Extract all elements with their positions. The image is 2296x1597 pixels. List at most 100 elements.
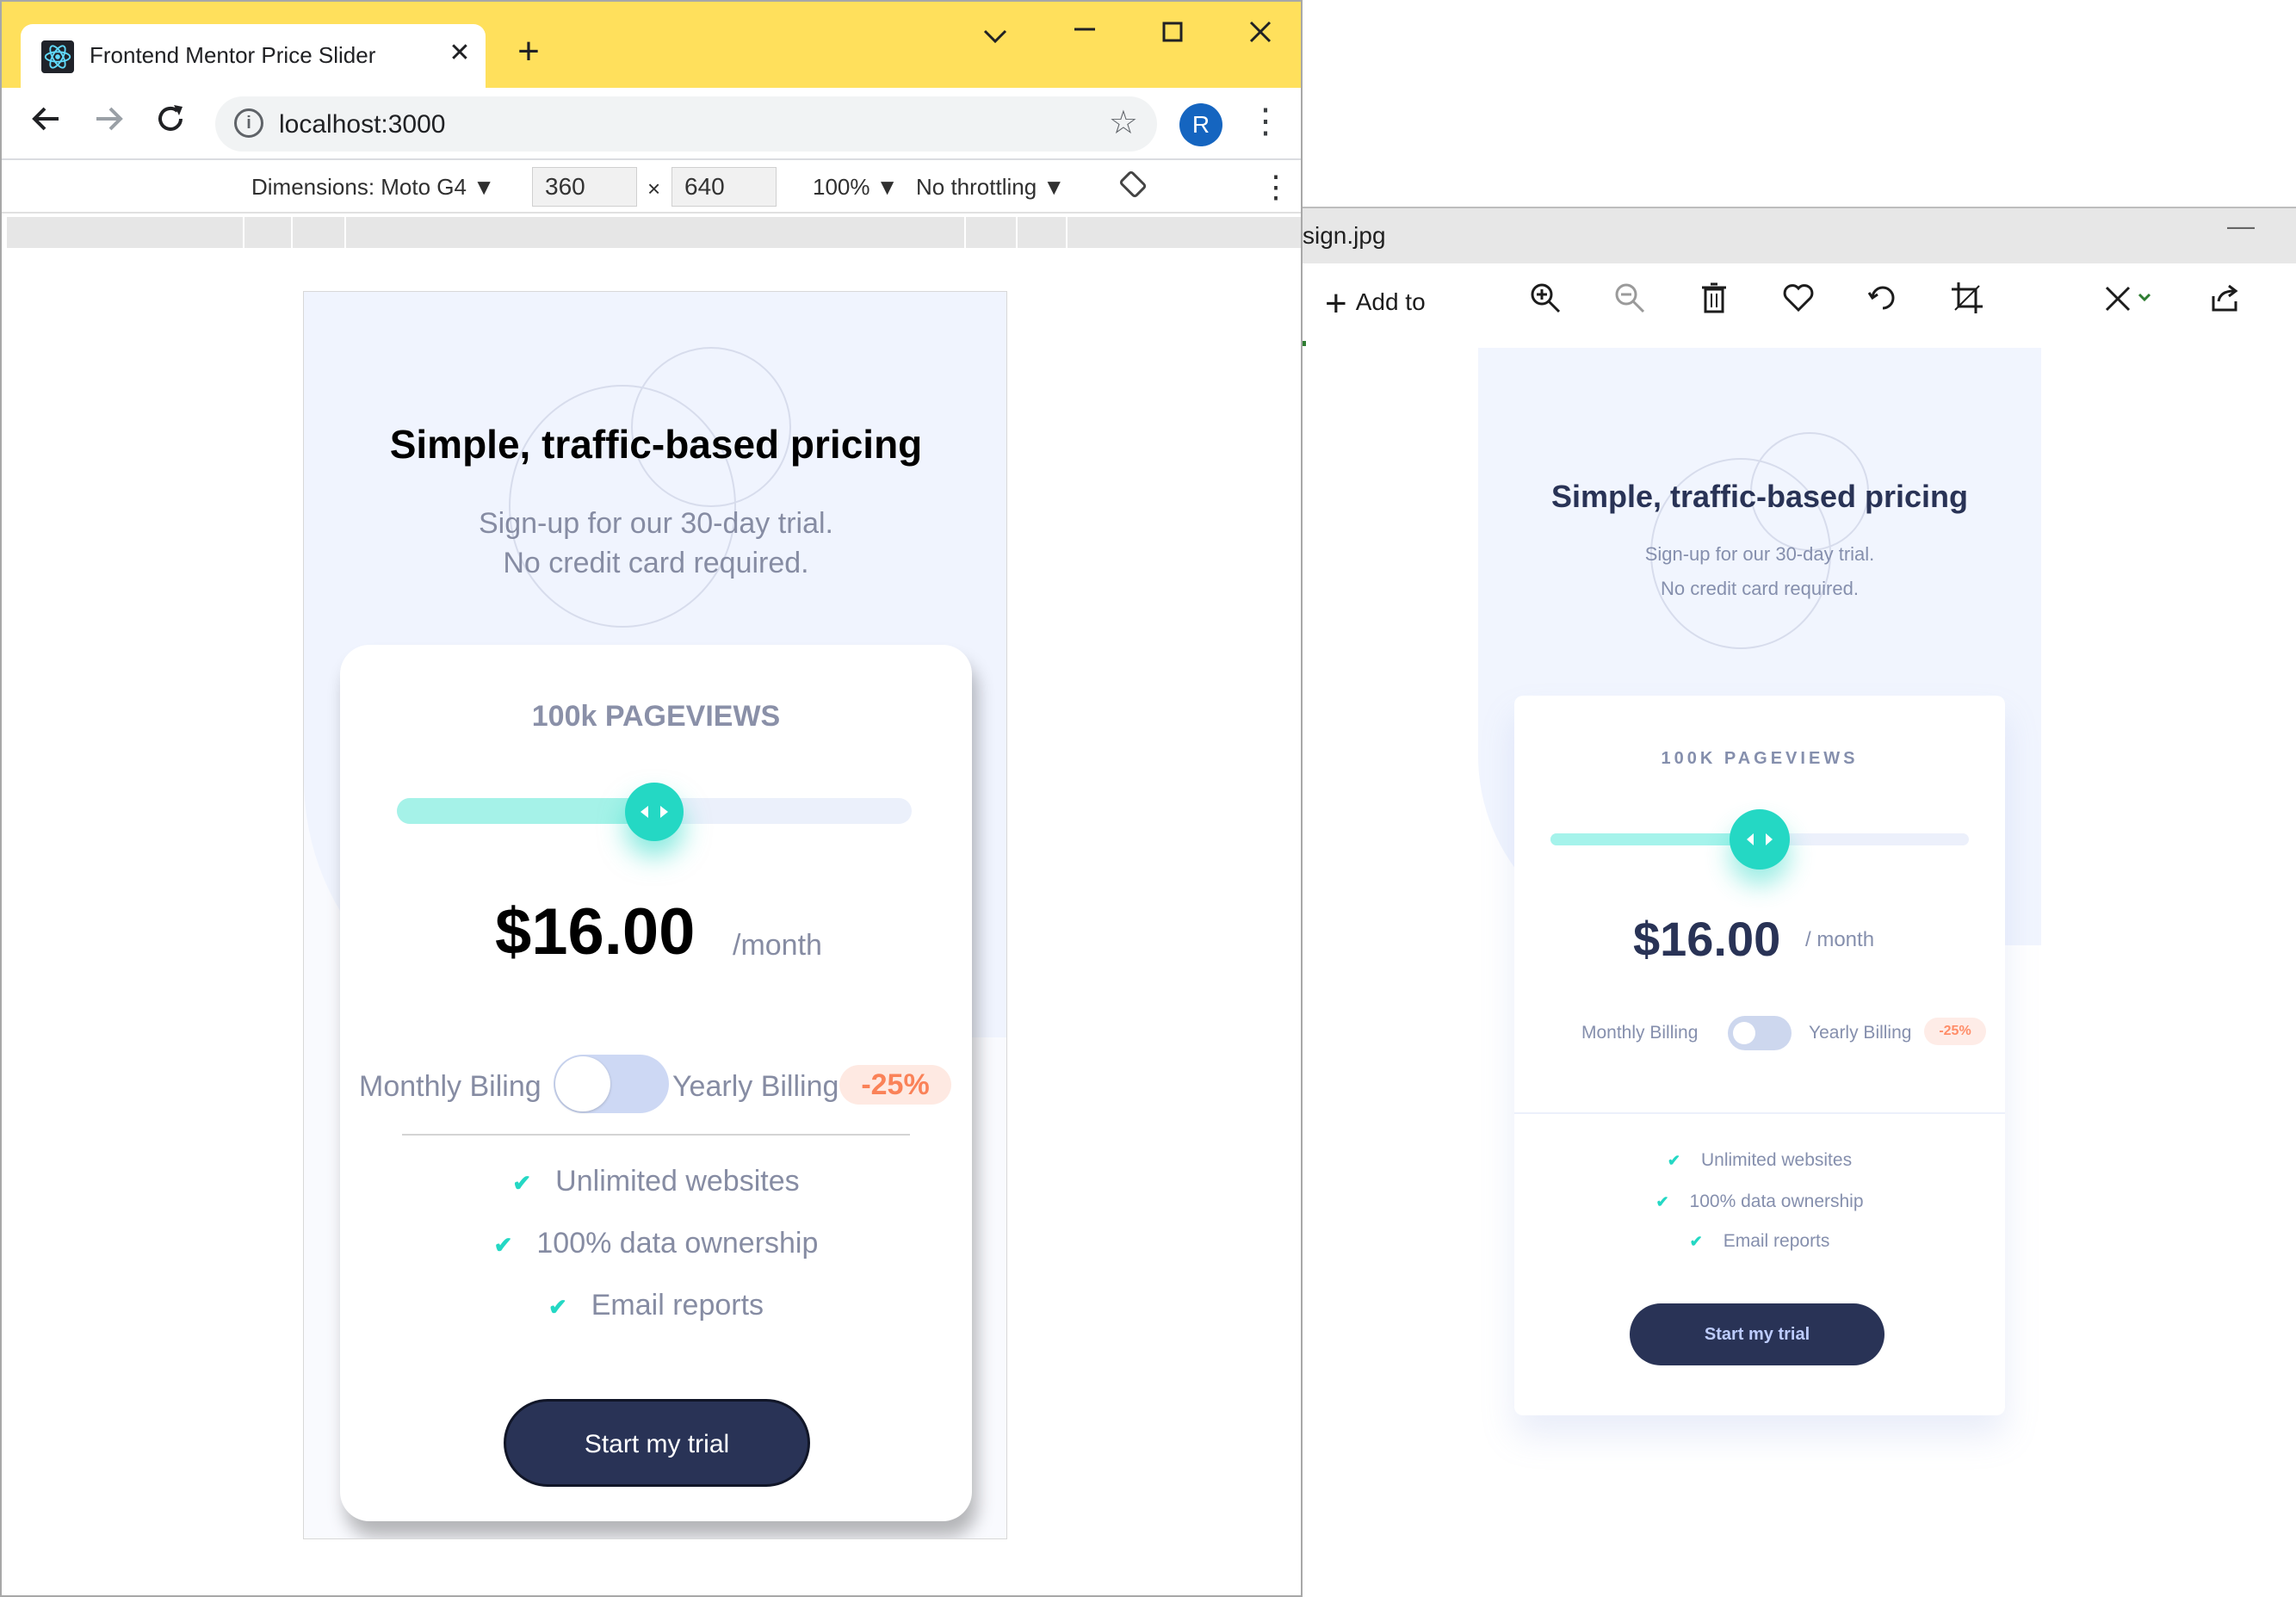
design-start-trial-button: Start my trial [1630, 1303, 1884, 1365]
subtitle-line-2: No credit card required. [1661, 578, 1859, 599]
slider-fill [397, 798, 654, 824]
price-period: /month [733, 929, 822, 962]
feature-text: Email reports [591, 1289, 764, 1322]
delete-icon[interactable] [1697, 281, 1731, 324]
card-divider [402, 1134, 910, 1136]
zoom-out-icon[interactable] [1612, 281, 1647, 324]
toggle-knob [555, 1056, 610, 1111]
tab-search-chevron-icon[interactable] [969, 14, 1021, 57]
plus-icon: + [1325, 282, 1347, 325]
check-icon: ✔ [493, 1232, 513, 1258]
design-slider-fill [1550, 833, 1760, 845]
design-period: / month [1805, 928, 1875, 951]
viewport-height-input[interactable]: 640 [671, 167, 777, 207]
design-monthly-label: Monthly Billing [1581, 1023, 1699, 1043]
start-trial-button[interactable]: Start my trial [504, 1399, 810, 1487]
favorite-heart-icon[interactable] [1781, 281, 1816, 324]
zoom-in-icon[interactable] [1528, 281, 1563, 324]
design-yearly-label: Yearly Billing [1809, 1023, 1912, 1043]
pageviews-label: 100k PAGEVIEWS [531, 700, 781, 733]
design-discount-badge: -25% [1924, 1018, 1986, 1045]
back-arrow-icon[interactable] [26, 103, 67, 145]
react-favicon-icon [41, 40, 74, 73]
design-toggle [1728, 1016, 1792, 1050]
bookmark-star-icon[interactable]: ☆ [1109, 103, 1138, 142]
feature-item: ✔ Unlimited websites [340, 1165, 972, 1198]
design-toggle-knob [1733, 1022, 1755, 1044]
design-image: Simple, traffic-based pricing Sign-up fo… [1478, 348, 2041, 1597]
feature-item: ✔ 100% data ownership [340, 1227, 972, 1260]
check-icon: ✔ [1655, 1193, 1669, 1210]
design-subtitle: Sign-up for our 30-day trial. No credit … [1478, 537, 2041, 606]
design-feature-item: ✔ Email reports [1514, 1231, 2005, 1252]
discount-badge: -25% [839, 1065, 951, 1105]
design-pageviews-label: 100K PAGEVIEWS [1661, 749, 1859, 768]
devtools-kebab-icon[interactable]: ⋮ [1260, 169, 1291, 205]
billing-toggle[interactable] [554, 1055, 669, 1113]
rotate-icon[interactable] [1866, 281, 1900, 324]
viewer-toolbar: + Add to [1303, 263, 2296, 341]
yearly-billing-label: Yearly Billing [672, 1070, 839, 1103]
check-icon: ✔ [548, 1294, 567, 1320]
monthly-billing-label: Monthly Biling [359, 1070, 542, 1103]
throttling-select[interactable]: No throttling ▼ [916, 174, 1065, 201]
design-divider [1514, 1112, 2005, 1114]
browser-toolbar: i localhost:3000 ☆ R ⋮ [2, 88, 1301, 160]
design-title: Simple, traffic-based pricing [1550, 479, 1969, 514]
rotate-icon[interactable] [1117, 169, 1148, 206]
feature-text: Unlimited websites [555, 1165, 800, 1198]
check-icon: ✔ [1667, 1152, 1680, 1169]
slider-thumb[interactable] [625, 783, 684, 841]
minimize-window-icon[interactable]: — [2227, 210, 2255, 242]
kebab-menu-icon[interactable]: ⋮ [1248, 102, 1283, 141]
zoom-select[interactable]: 100% ▼ [813, 174, 898, 201]
pricing-card: 100k PAGEVIEWS $16.00 /month Monthly Bil… [340, 645, 972, 1521]
crop-icon[interactable] [1950, 281, 1984, 324]
design-slider [1550, 809, 1969, 870]
address-bar[interactable]: i localhost:3000 ☆ [215, 96, 1157, 152]
browser-tab[interactable]: Frontend Mentor Price Slider ✕ [21, 24, 486, 88]
tab-title: Frontend Mentor Price Slider [90, 42, 376, 68]
design-price: $16.00 [1633, 912, 1781, 966]
check-icon: ✔ [1689, 1233, 1703, 1250]
device-dimensions-select[interactable]: Dimensions: Moto G4 ▼ [251, 174, 495, 201]
design-slider-thumb [1730, 809, 1790, 870]
close-window-icon[interactable] [1235, 14, 1286, 57]
dimension-times-sign: × [647, 176, 661, 201]
feature-item: ✔ Email reports [340, 1289, 972, 1322]
profile-avatar[interactable]: R [1179, 103, 1222, 146]
subtitle-line-2: No credit card required. [503, 547, 809, 579]
image-viewer-window: sign.jpg — + Add to Simple, traffic-base… [1303, 207, 2296, 1597]
feature-text: Email reports [1723, 1231, 1830, 1251]
design-feature-item: ✔ Unlimited websites [1514, 1150, 2005, 1171]
tab-strip: Frontend Mentor Price Slider ✕ + [2, 2, 1301, 88]
feature-text: Unlimited websites [1701, 1150, 1853, 1170]
info-icon[interactable]: i [234, 108, 263, 138]
page-title: Simple, traffic-based pricing [389, 422, 923, 467]
check-icon: ✔ [512, 1170, 532, 1196]
viewport-width-input[interactable]: 360 [532, 167, 637, 207]
design-pricing-card: 100K PAGEVIEWS $16.00 / month Monthly Bi… [1514, 696, 2005, 1415]
add-to-label: Add to [1355, 288, 1426, 315]
viewer-filename: sign.jpg [1303, 222, 1386, 249]
feature-text: 100% data ownership [536, 1227, 819, 1260]
feature-text: 100% data ownership [1689, 1192, 1864, 1211]
tab-close-icon[interactable]: ✕ [442, 36, 477, 71]
subtitle-line-1: Sign-up for our 30-day trial. [479, 507, 833, 540]
price-amount: $16.00 [495, 895, 696, 969]
forward-arrow-icon[interactable] [88, 103, 129, 145]
viewer-titlebar: sign.jpg — [1303, 207, 2296, 263]
design-feature-item: ✔ 100% data ownership [1514, 1192, 2005, 1212]
page-subtitle: Sign-up for our 30-day trial. No credit … [304, 504, 1006, 583]
maximize-window-icon[interactable] [1147, 14, 1198, 57]
minimize-window-icon[interactable] [1059, 14, 1111, 57]
add-to-button[interactable]: + Add to [1325, 281, 1426, 325]
url-text[interactable]: localhost:3000 [279, 110, 445, 139]
media-query-bars[interactable] [7, 217, 1301, 248]
reload-icon[interactable] [150, 103, 191, 145]
edit-icon[interactable] [2101, 281, 2157, 324]
pageviews-slider[interactable] [397, 783, 912, 841]
mobile-viewport: Simple, traffic-based pricing Sign-up fo… [303, 291, 1007, 1539]
new-tab-button[interactable]: + [510, 33, 548, 72]
share-icon[interactable] [2208, 281, 2243, 324]
